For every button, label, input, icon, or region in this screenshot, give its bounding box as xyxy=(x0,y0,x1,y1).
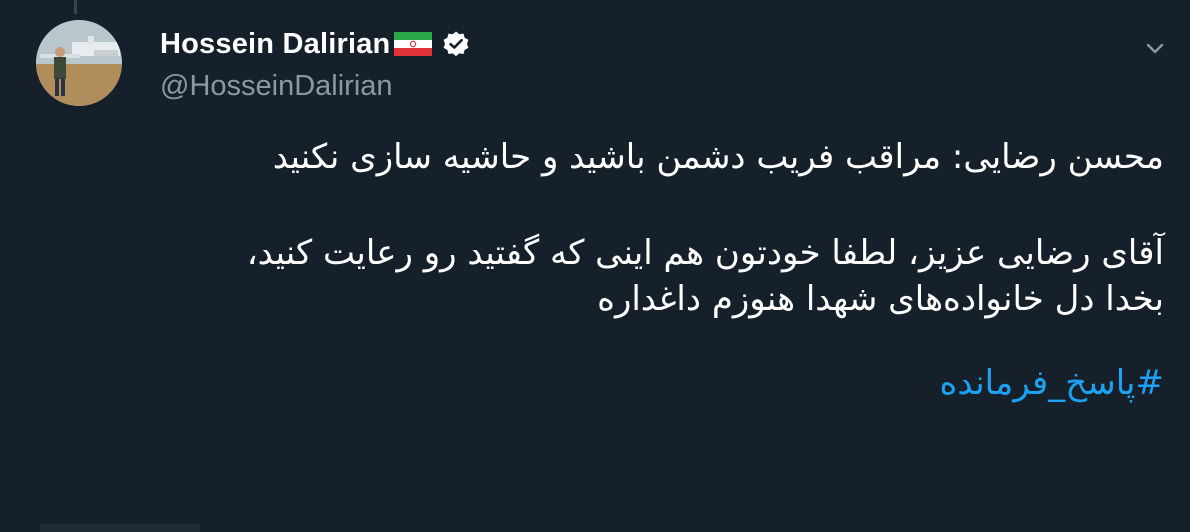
tweet-card[interactable]: Hossein Dalirian @HosseinDalirian محسن ر… xyxy=(0,0,1190,532)
author-name-row: Hossein Dalirian xyxy=(160,24,470,64)
hashtag-row: #پاسخ_فرمانده xyxy=(34,360,1164,406)
verified-badge-icon xyxy=(442,30,470,58)
tweet-line-1: محسن رضایی: مراقب فریب دشمن باشید و حاشی… xyxy=(272,137,1164,177)
thread-line xyxy=(74,0,77,14)
author-handle[interactable]: @HosseinDalirian xyxy=(160,70,393,103)
hashtag-link[interactable]: #پاسخ_فرمانده xyxy=(940,363,1164,403)
chevron-down-icon[interactable] xyxy=(1140,34,1170,64)
author-display-name[interactable]: Hossein Dalirian xyxy=(160,28,390,61)
iran-flag-icon xyxy=(394,32,433,56)
tweet-footer-hint xyxy=(40,524,200,532)
avatar[interactable] xyxy=(36,20,122,106)
tweet-text: محسن رضایی: مراقب فریب دشمن باشید و حاشی… xyxy=(34,134,1164,406)
tweet-line-3: بخدا دل خانواده‌های شهدا هنوزم داغداره xyxy=(597,279,1164,319)
tweet-line-2: آقای رضایی عزیز، لطفا خودتون هم اینی که … xyxy=(246,233,1164,273)
